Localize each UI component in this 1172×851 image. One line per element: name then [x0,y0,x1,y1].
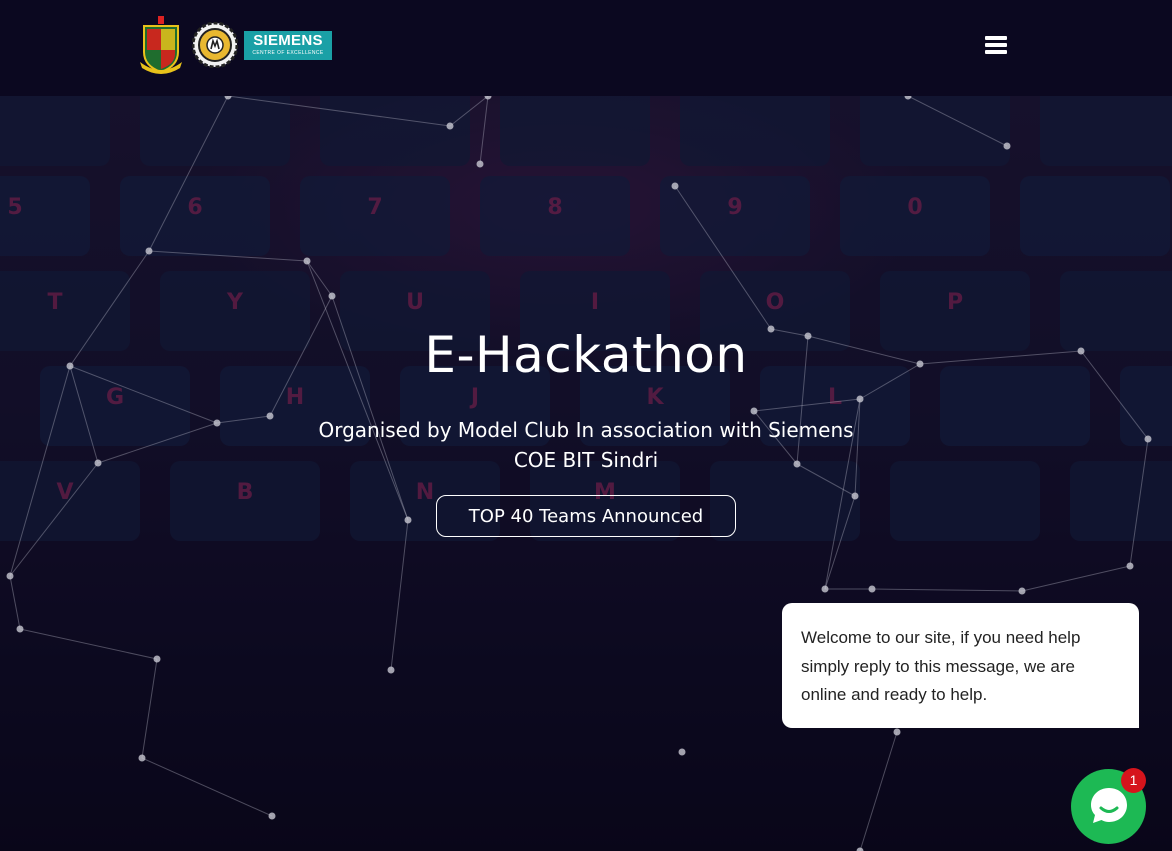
gear-logo-icon [191,21,239,69]
siemens-coe-logo[interactable]: SIEMENS CENTRE OF EXCELLENCE [244,31,332,60]
siemens-brand-text: SIEMENS [253,32,323,49]
navbar: SIEMENS CENTRE OF EXCELLENCE [0,0,1172,96]
model-club-gear-logo[interactable] [191,21,239,69]
hero-section: 567890TYUIOPGHJKLVBNM E-Hackathon Organi… [0,96,1172,851]
bit-sindri-crest-logo[interactable] [138,16,184,76]
crest-emblem-icon [140,16,182,74]
unread-count-badge: 1 [1121,768,1146,793]
chat-bubble-icon [1091,788,1127,823]
hamburger-menu-icon[interactable] [983,34,1009,56]
siemens-subtitle-text: CENTRE OF EXCELLENCE [252,50,324,56]
hero-title: E-Hackathon [424,326,748,384]
chat-welcome-message[interactable]: Welcome to our site, if you need help si… [782,603,1139,728]
top-40-teams-button[interactable]: TOP 40 Teams Announced [436,495,736,537]
hero-subtitle: Organised by Model Club In association w… [318,418,854,472]
